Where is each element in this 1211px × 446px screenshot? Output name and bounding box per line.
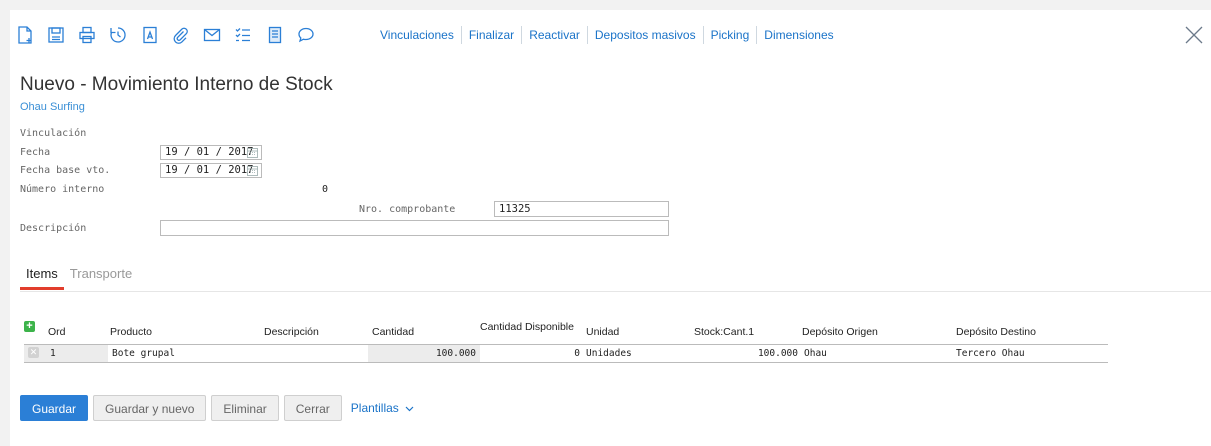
- cell-unidad[interactable]: Unidades: [586, 348, 632, 359]
- attach-icon[interactable]: [169, 24, 191, 46]
- fecha-label: Fecha: [20, 147, 51, 158]
- cell-cantidad[interactable]: 100.000: [368, 348, 476, 359]
- cell-producto[interactable]: Bote grupal: [112, 348, 175, 359]
- close-icon[interactable]: [1183, 24, 1205, 46]
- descripcion-label: Descripción: [20, 223, 87, 234]
- company-link[interactable]: Ohau Surfing: [20, 101, 85, 113]
- toolbar: Vinculaciones Finalizar Reactivar Deposi…: [10, 20, 1211, 50]
- action-buttons: Guardar Guardar y nuevo Eliminar Cerrar …: [20, 395, 418, 421]
- print-icon[interactable]: [76, 24, 98, 46]
- col-unidad: Unidad: [586, 326, 620, 338]
- text-document-icon[interactable]: [139, 24, 161, 46]
- col-cantidad: Cantidad: [372, 326, 415, 338]
- finalizar-link[interactable]: Finalizar: [462, 26, 523, 44]
- numero-interno-label: Número interno: [20, 184, 105, 195]
- col-deposito-destino: Depósito Destino: [956, 326, 1036, 338]
- page-title: Nuevo - Movimiento Interno de Stock: [20, 74, 333, 95]
- email-icon[interactable]: [201, 24, 223, 46]
- fecha-value: 19 / 01 / 2017: [165, 146, 254, 158]
- calendar-icon[interactable]: [247, 165, 258, 176]
- col-cantidad-disponible: Cantidad Disponible: [480, 321, 574, 333]
- col-producto: Producto: [110, 326, 153, 338]
- descripcion-input[interactable]: [160, 220, 669, 236]
- vinculaciones-link[interactable]: Vinculaciones: [373, 26, 462, 44]
- reactivar-link[interactable]: Reactivar: [522, 26, 588, 44]
- col-deposito-origen: Depósito Origen: [802, 326, 878, 338]
- items-table: + Ord Producto Descripción Cantidad Cant…: [24, 319, 1108, 363]
- col-ord: Ord: [48, 326, 66, 338]
- col-descripcion: Descripción: [264, 326, 319, 338]
- table-header: + Ord Producto Descripción Cantidad Cant…: [24, 319, 1108, 343]
- picking-link[interactable]: Picking: [704, 26, 758, 44]
- history-icon[interactable]: [107, 24, 129, 46]
- depositos-masivos-link[interactable]: Depositos masivos: [588, 26, 704, 44]
- save-icon[interactable]: [45, 24, 67, 46]
- table-row[interactable]: ✕ 1 Bote grupal 100.000 0 Unidades 100.0…: [24, 344, 1108, 363]
- add-row-button[interactable]: +: [24, 321, 35, 332]
- templates-label: Plantillas: [350, 400, 399, 415]
- fecha-field[interactable]: 19 / 01 / 2017: [160, 145, 262, 160]
- notes-icon[interactable]: [264, 24, 286, 46]
- tab-bar: Items Transporte: [20, 266, 138, 290]
- cell-deposito-destino[interactable]: Tercero Ohau: [956, 348, 1025, 359]
- chevron-down-icon: [405, 401, 414, 415]
- tab-items[interactable]: Items: [20, 266, 64, 290]
- templates-dropdown[interactable]: Plantillas: [347, 401, 418, 416]
- checklist-icon[interactable]: [232, 24, 254, 46]
- cell-cantidad-disponible: 0: [574, 348, 580, 359]
- delete-row-button[interactable]: ✕: [28, 347, 39, 358]
- vinculacion-label: Vinculación: [20, 128, 87, 139]
- dimensiones-link[interactable]: Dimensiones: [757, 26, 840, 44]
- col-stock: Stock:Cant.1: [694, 326, 755, 338]
- fecha-base-field[interactable]: 19 / 01 / 2017: [160, 163, 262, 178]
- new-document-icon[interactable]: [14, 24, 36, 46]
- nro-comprobante-input[interactable]: 11325: [494, 201, 669, 217]
- page: Vinculaciones Finalizar Reactivar Deposi…: [10, 10, 1211, 446]
- delete-button[interactable]: Eliminar: [211, 395, 279, 421]
- tab-transporte[interactable]: Transporte: [64, 266, 138, 290]
- cell-stock: 100.000: [757, 348, 798, 359]
- save-button[interactable]: Guardar: [20, 395, 89, 421]
- fecha-base-value: 19 / 01 / 2017: [165, 164, 254, 176]
- comment-icon[interactable]: [295, 24, 317, 46]
- numero-interno-value: 0: [322, 184, 329, 195]
- calendar-icon[interactable]: [247, 147, 258, 158]
- save-and-new-button[interactable]: Guardar y nuevo: [93, 395, 207, 421]
- cell-deposito-origen[interactable]: Ohau: [804, 348, 827, 359]
- tab-divider: [20, 291, 1211, 292]
- fecha-base-label: Fecha base vto.: [20, 165, 111, 176]
- toolbar-links: Vinculaciones Finalizar Reactivar Deposi…: [373, 26, 841, 44]
- close-button[interactable]: Cerrar: [283, 395, 342, 421]
- cell-ord: 1: [50, 348, 56, 359]
- nro-comprobante-label: Nro. comprobante: [359, 204, 456, 215]
